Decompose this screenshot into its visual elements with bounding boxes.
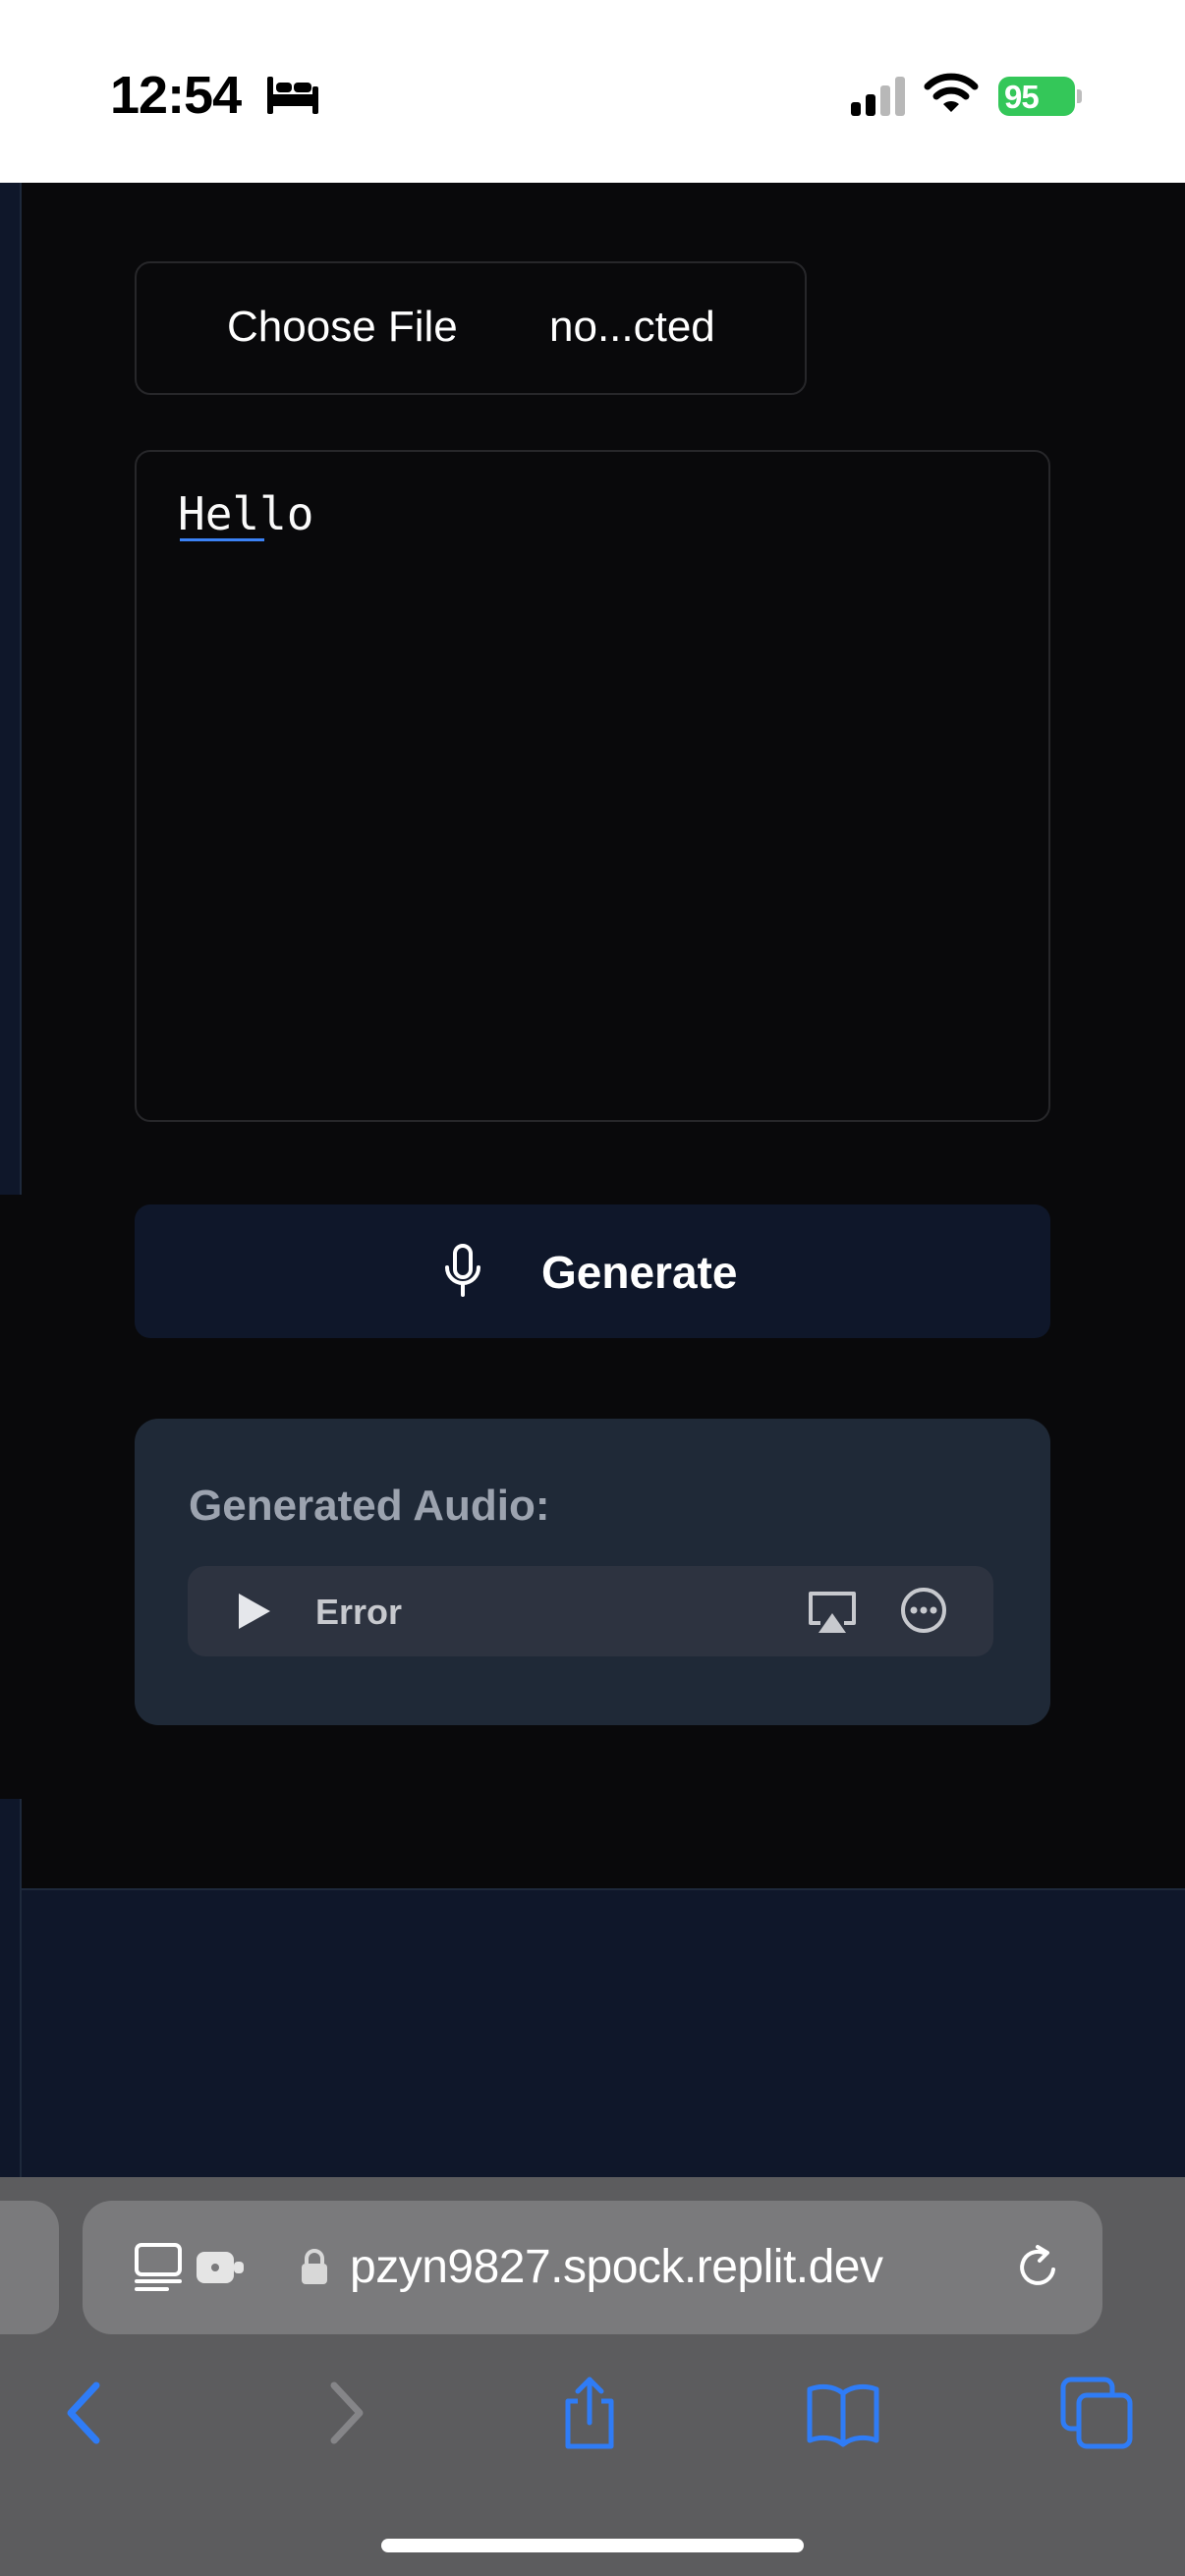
- generate-button[interactable]: Generate: [135, 1204, 1050, 1338]
- reload-icon[interactable]: [1014, 2244, 1061, 2291]
- text-input-value: Hello: [178, 487, 314, 540]
- microphone-icon: [445, 1244, 480, 1297]
- generate-label: Generate: [541, 1247, 738, 1298]
- airplay-icon[interactable]: [807, 1590, 858, 1635]
- bookmarks-icon[interactable]: [804, 2374, 882, 2452]
- audio-heading: Generated Audio:: [189, 1482, 550, 1530]
- page-content: Choose File no...cted Hello Generate Gen…: [0, 183, 1185, 2177]
- status-time: 12:54: [110, 66, 242, 125]
- url-text: pzyn9827.spock.replit.dev: [350, 2241, 883, 2293]
- bottom-panel: [22, 1888, 1185, 2177]
- bed-icon: [267, 77, 318, 114]
- file-status: no...cted: [549, 303, 715, 351]
- status-bar: 12:54 95: [0, 0, 1185, 183]
- browser-toolbar: pzyn9827.spock.replit.dev: [0, 2177, 1185, 2576]
- spellcheck-underline: [180, 538, 264, 541]
- choose-file-button[interactable]: Choose File: [227, 303, 458, 352]
- previous-tab-preview[interactable]: [0, 2201, 59, 2334]
- tabs-icon[interactable]: [1057, 2374, 1136, 2452]
- file-picker[interactable]: Choose File no...cted: [135, 261, 807, 395]
- wifi-icon: [924, 73, 979, 112]
- text-input[interactable]: Hello: [135, 450, 1050, 1122]
- lock-icon: [302, 2249, 327, 2284]
- sidebar-edge: [0, 183, 22, 1195]
- address-bar[interactable]: pzyn9827.spock.replit.dev: [83, 2201, 1102, 2334]
- back-icon[interactable]: [47, 2374, 126, 2452]
- reader-icon[interactable]: [134, 2242, 183, 2293]
- battery-level: 95: [1004, 79, 1040, 115]
- share-icon[interactable]: [550, 2374, 629, 2452]
- extension-icon[interactable]: [195, 2248, 246, 2287]
- play-icon[interactable]: [235, 1592, 272, 1631]
- home-indicator[interactable]: [381, 2539, 804, 2552]
- audio-player[interactable]: Error: [188, 1566, 993, 1656]
- more-icon[interactable]: [899, 1586, 948, 1635]
- signal-icon: [851, 77, 905, 116]
- audio-status: Error: [315, 1592, 403, 1632]
- forward-icon[interactable]: [305, 2374, 383, 2452]
- audio-card: Generated Audio: Error: [135, 1419, 1050, 1725]
- battery-icon: 95: [998, 77, 1082, 116]
- sidebar-edge-lower: [0, 1799, 22, 2177]
